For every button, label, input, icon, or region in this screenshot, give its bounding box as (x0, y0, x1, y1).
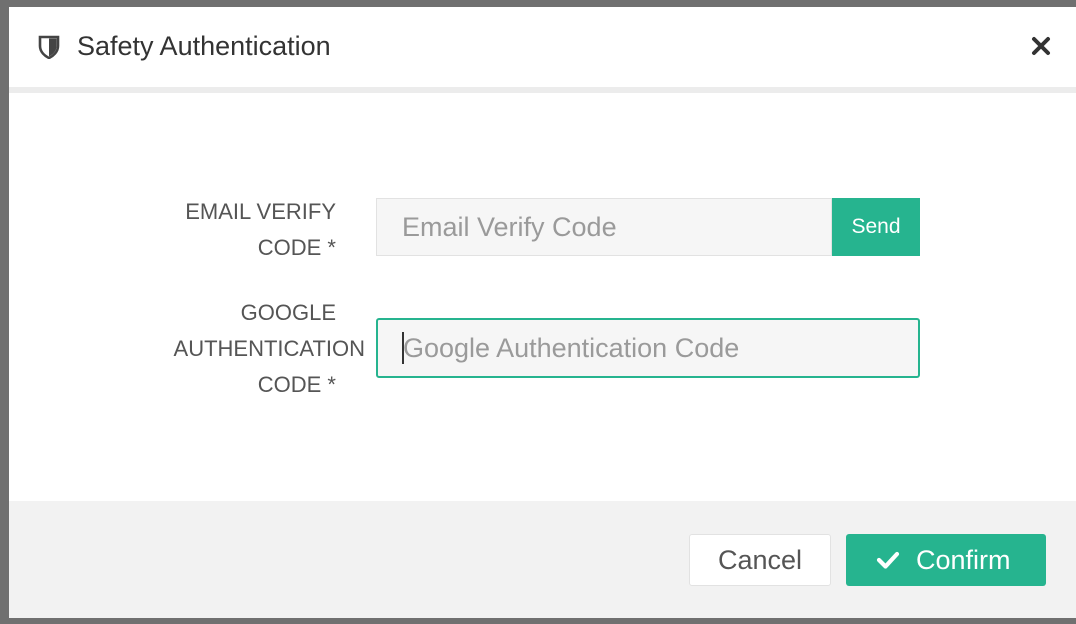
modal-title: Safety Authentication (77, 31, 331, 61)
modal-header: Safety Authentication (9, 7, 1076, 93)
google-auth-label: GOOGLE (9, 295, 336, 331)
safety-auth-modal: Safety Authentication EMAIL VERIFY CODE … (9, 7, 1076, 618)
text-caret (402, 332, 404, 364)
email-verify-label: EMAIL VERIFY CODE * (9, 194, 336, 266)
email-verify-label-line1: EMAIL VERIFY (185, 199, 336, 224)
check-icon (876, 551, 900, 569)
google-auth-label-line3: CODE * (257, 372, 336, 397)
close-icon[interactable] (1030, 35, 1052, 57)
shield-icon (38, 35, 60, 59)
email-verify-label-line2: CODE * (257, 235, 336, 260)
email-verify-code-input[interactable] (376, 198, 832, 256)
confirm-button[interactable]: Confirm (846, 534, 1046, 586)
google-auth-label-rest: AUTHENTICATION CODE * (9, 331, 365, 403)
cancel-button[interactable]: Cancel (689, 534, 831, 586)
confirm-label: Confirm (916, 545, 1011, 575)
google-auth-label-line1: GOOGLE (240, 300, 336, 325)
google-auth-label-line2: AUTHENTICATION (173, 336, 365, 361)
modal-footer: Cancel Confirm (9, 501, 1076, 618)
send-code-button[interactable]: Send (832, 198, 920, 256)
google-auth-code-input[interactable] (376, 318, 920, 378)
